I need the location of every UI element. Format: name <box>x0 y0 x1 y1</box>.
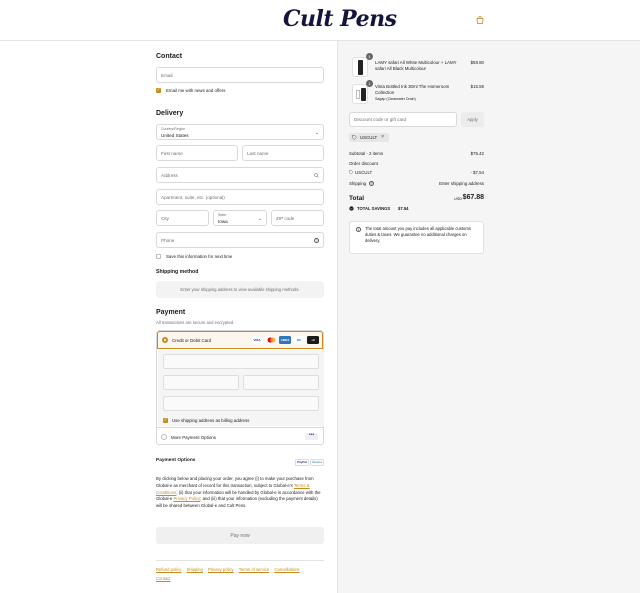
contact-heading: Contact <box>156 53 183 60</box>
billing-label: Use shipping address as billing address <box>172 418 250 423</box>
country-select[interactable]: Country/Region United States ⌄ <box>156 124 324 140</box>
footer-links: Refund policy Shipping Privacy policy Te… <box>156 560 324 583</box>
mastercard-icon <box>265 336 277 344</box>
payment-methods: Credit or Debit Card VISA AMEX DC +3 Use… <box>156 330 324 445</box>
card-radio[interactable] <box>162 337 168 343</box>
shipping-value: Enter shipping address <box>439 181 484 186</box>
more-option-label: More Payment Options <box>171 435 216 440</box>
discount-code-input[interactable]: Discount code or gift card <box>349 112 457 127</box>
payment-options-heading: Payment Options <box>156 458 196 463</box>
news-checkbox[interactable] <box>156 87 161 93</box>
save-info-label: Save this information for next time <box>166 254 233 259</box>
help-icon[interactable]: ? <box>369 181 374 186</box>
card-payment-option[interactable]: Credit or Debit Card VISA AMEX DC +3 <box>157 331 323 349</box>
remove-code-icon[interactable]: × <box>381 134 384 140</box>
card-form: Use shipping address as billing address <box>158 350 324 426</box>
savings-value: $7.54 <box>398 206 409 211</box>
chevron-down-icon: ⌄ <box>257 216 262 222</box>
city-field[interactable]: City <box>156 210 209 226</box>
save-info-checkbox[interactable] <box>156 254 161 259</box>
payment-heading: Payment <box>156 309 186 316</box>
delivery-heading: Delivery <box>156 110 184 117</box>
applied-code-tag: USCULT × <box>349 133 389 142</box>
shipping-label: Shipping <box>349 181 367 186</box>
product-name: Vinta Bottled Ink 30ml The Homeroom Coll… <box>375 84 450 95</box>
duties-notice: i The total amount you pay includes all … <box>349 221 484 254</box>
terms-link[interactable]: Terms of service <box>239 567 269 572</box>
venmo-icon[interactable]: Venmo <box>310 459 324 466</box>
cancellations-link[interactable]: Cancellations <box>274 567 299 572</box>
legal-text: By clicking below and placing your order… <box>156 476 321 509</box>
shopping-bag-icon[interactable] <box>476 16 484 24</box>
card-option-label: Credit or Debit Card <box>172 338 212 343</box>
address-field[interactable]: Address <box>156 167 324 183</box>
more-radio[interactable] <box>161 434 167 440</box>
product-price: $59.80 <box>470 60 484 65</box>
product-variant: Sagap (Clearwater Drain) <box>375 97 416 101</box>
duties-notice-text: The total amount you pay includes all ap… <box>365 226 471 243</box>
quantity-badge: 1 <box>366 80 373 87</box>
contact-link[interactable]: Contact <box>156 576 170 581</box>
total-label: Total <box>349 195 365 202</box>
email-field[interactable]: Email <box>156 67 324 83</box>
state-select[interactable]: State Iowa ⌄ <box>213 210 267 226</box>
applied-code-label: USCULT <box>360 135 378 140</box>
discount-code-label: USCULT <box>355 170 373 175</box>
paypal-icon[interactable]: PayPal <box>295 459 309 466</box>
first-name-field[interactable]: First name <box>156 145 238 161</box>
phone-field[interactable]: Phone ? <box>156 232 324 248</box>
tag-icon <box>352 135 357 140</box>
visa-icon: VISA <box>251 336 263 344</box>
apply-discount-button[interactable]: Apply <box>461 112 484 127</box>
subtotal-value: $75.42 <box>470 151 484 156</box>
header: Cult Pens <box>0 0 640 41</box>
last-name-field[interactable]: Last name <box>242 145 324 161</box>
more-payment-option[interactable]: More Payment Options ••• <box>157 427 323 445</box>
shipping-link[interactable]: Shipping <box>187 567 203 572</box>
product-thumbnail <box>352 84 368 104</box>
info-icon: i <box>356 227 361 232</box>
savings-label: TOTAL SAVINGS <box>357 206 391 211</box>
refund-policy-link[interactable]: Refund policy <box>156 567 181 572</box>
tag-icon <box>349 170 354 175</box>
card-expiry-field[interactable] <box>163 375 239 390</box>
more-dots-icon: ••• <box>305 433 318 440</box>
news-label: Email me with news and offers <box>166 88 226 93</box>
privacy-link[interactable]: Privacy Policy <box>173 496 200 501</box>
billing-checkbox[interactable] <box>163 417 168 423</box>
shipping-method-heading: Shipping method <box>156 269 199 275</box>
card-cvv-field[interactable] <box>243 375 319 390</box>
product-price: $15.59 <box>470 84 484 89</box>
card-name-field[interactable] <box>163 396 319 411</box>
payment-subtitle: All transactions are secure and encrypte… <box>156 320 235 325</box>
chevron-down-icon: ⌄ <box>314 130 319 136</box>
quantity-badge: 1 <box>366 53 373 60</box>
zip-field[interactable]: ZIP code <box>271 210 324 226</box>
card-logos: VISA AMEX DC +3 <box>251 336 319 344</box>
total-value: $67.88 <box>462 194 484 201</box>
diners-icon: DC <box>293 336 305 344</box>
help-icon[interactable]: ? <box>314 238 319 243</box>
product-name: LAMY safari All White Multicolour + LAMY… <box>375 60 457 71</box>
card-number-field[interactable] <box>163 354 319 369</box>
discount-value: - $7.54 <box>470 170 484 175</box>
product-thumbnail <box>352 57 368 77</box>
savings-tag-icon <box>349 206 354 211</box>
search-icon <box>314 173 319 178</box>
shipping-method-message: Enter your shipping address to view avai… <box>156 281 324 298</box>
privacy-policy-link[interactable]: Privacy policy <box>208 567 234 572</box>
apartment-field[interactable]: Apartment, suite, etc. (optional) <box>156 189 324 205</box>
subtotal-label: Subtotal · 2 items <box>349 151 384 156</box>
order-discount-label: Order discount <box>349 161 378 166</box>
site-logo[interactable]: Cult Pens <box>283 6 397 32</box>
more-cards-icon: +3 <box>307 336 319 344</box>
amex-icon: AMEX <box>279 336 291 344</box>
pay-now-button[interactable]: Pay now <box>156 527 324 544</box>
